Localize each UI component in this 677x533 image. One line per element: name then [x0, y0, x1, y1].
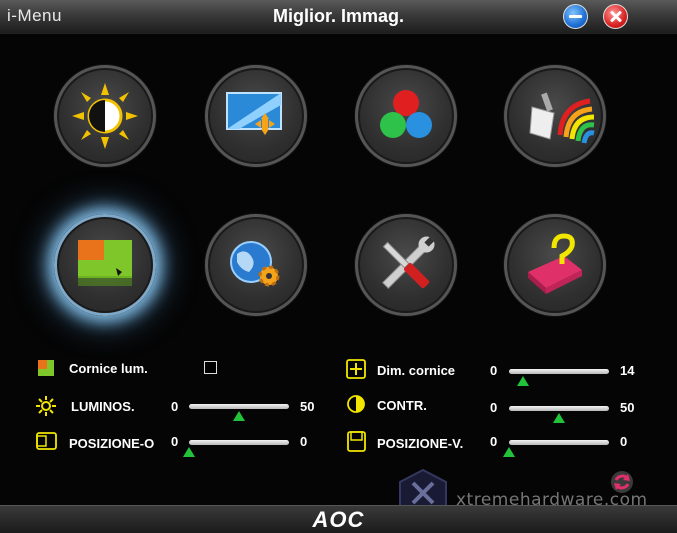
sun-icon [36, 396, 56, 416]
contrast-icon [347, 395, 365, 413]
brightness-contrast-icon [72, 83, 138, 149]
hpos-label: POSIZIONE-O [69, 436, 155, 451]
bright-frame-icon [78, 240, 132, 286]
bright-frame-small-icon [38, 360, 54, 376]
imenu-window: i-Menu Miglior. Immag. Cornice lum. LUMI… [0, 0, 677, 533]
exit-factory-icon [528, 233, 582, 294]
hpos-slider-thumb[interactable] [183, 447, 195, 457]
vpos-slider-thumb[interactable] [503, 447, 515, 457]
brightness-slider-thumb[interactable] [233, 411, 245, 421]
contrast-label: CONTR. [377, 398, 427, 413]
contrast-max: 50 [620, 400, 635, 415]
brightness-slider[interactable] [189, 404, 289, 409]
vertical-position-icon [347, 431, 366, 452]
brightness-max: 50 [300, 399, 315, 414]
vpos-min: 0 [490, 434, 498, 449]
hpos-max: 0 [300, 434, 308, 449]
mode-button-exit[interactable] [504, 214, 606, 316]
brightness-label: LUMINOS. [71, 399, 135, 414]
horizontal-position-icon [36, 432, 57, 450]
mode-button-picture-boost[interactable] [504, 65, 606, 167]
hpos-min: 0 [171, 434, 179, 449]
minimize-button[interactable] [563, 4, 588, 29]
picture-boost-icon [529, 92, 595, 144]
mode-button-image-setup[interactable] [205, 65, 307, 167]
color-setup-icon [380, 90, 432, 138]
mode-button-bright-frame[interactable] [54, 214, 156, 316]
bright-frame-checkbox[interactable] [204, 361, 217, 374]
frame-size-slider-thumb[interactable] [517, 376, 530, 386]
mode-button-osd-setup[interactable] [205, 214, 307, 316]
contrast-slider-thumb[interactable] [553, 413, 565, 423]
frame-size-max: 14 [620, 363, 635, 378]
mode-button-color-setup[interactable] [355, 65, 457, 167]
close-button[interactable] [603, 4, 628, 29]
frame-size-min: 0 [490, 363, 498, 378]
frame-size-icon [346, 359, 366, 379]
hpos-slider[interactable] [189, 440, 289, 445]
vpos-label: POSIZIONE-V. [377, 436, 464, 451]
title-bar: i-Menu Miglior. Immag. [0, 0, 677, 34]
image-setup-icon [226, 92, 282, 135]
frame-label: Cornice lum. [69, 361, 148, 376]
frame-size-label: Dim. cornice [377, 363, 456, 378]
mode-button-luminance[interactable] [54, 65, 156, 167]
vpos-slider[interactable] [509, 440, 609, 445]
contrast-slider[interactable] [509, 406, 609, 411]
osd-setup-globe-icon [230, 241, 280, 287]
frame-size-slider[interactable] [509, 369, 609, 374]
brand-logo: AOC [312, 507, 365, 532]
brightness-min: 0 [171, 399, 179, 414]
extra-tools-icon [381, 236, 435, 290]
mode-button-extra[interactable] [355, 214, 457, 316]
contrast-min: 0 [490, 400, 498, 415]
vpos-max: 0 [620, 434, 628, 449]
